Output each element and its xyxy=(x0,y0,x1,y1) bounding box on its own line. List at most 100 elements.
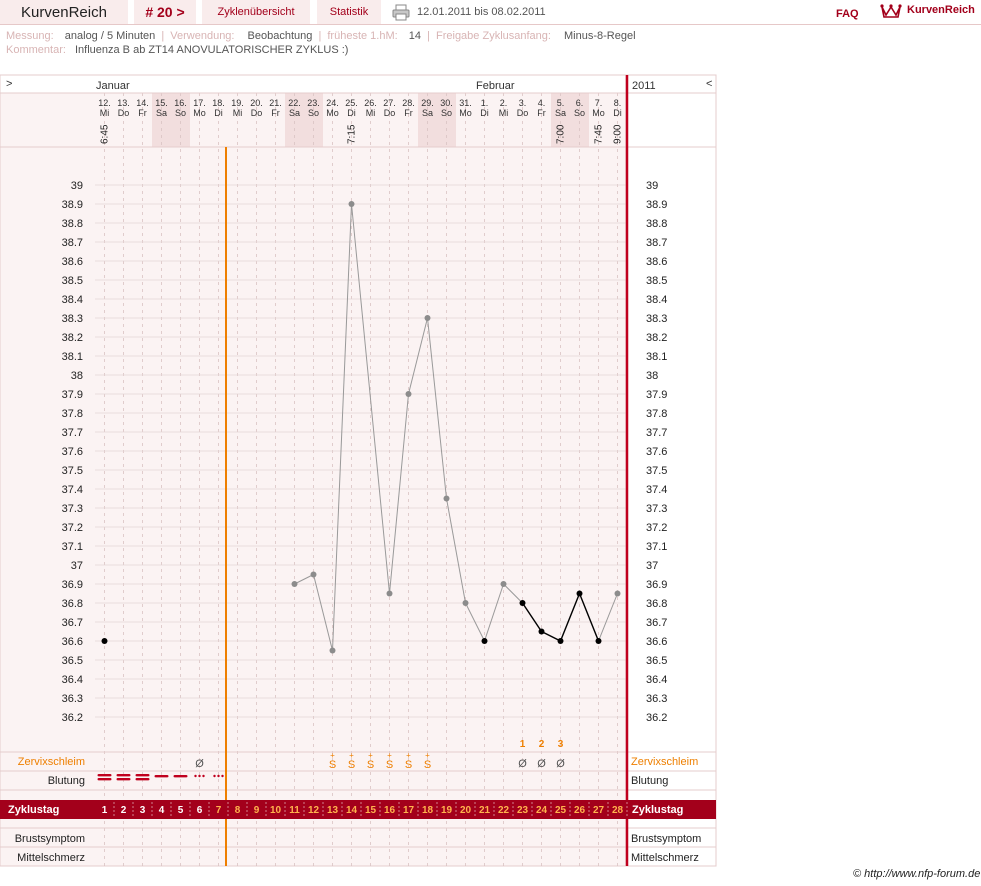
y-tick-label: 36.7 xyxy=(62,617,83,629)
nav-prev-arrow[interactable]: > xyxy=(6,78,12,90)
weekday-label: Fr xyxy=(404,108,413,118)
cycle-day-label: 6 xyxy=(197,805,203,816)
cycle-day-label: 25 xyxy=(555,805,567,816)
y-tick-label: 37.3 xyxy=(62,503,83,515)
right-panel xyxy=(625,74,717,867)
chart-panel xyxy=(0,74,717,867)
cycle-day-label: 11 xyxy=(289,805,300,816)
temp-point xyxy=(538,628,545,635)
cycle-day-label: 28 xyxy=(612,805,624,816)
weekday-label: Sa xyxy=(555,108,566,118)
row-label-mittel: Mittelschmerz xyxy=(17,852,85,864)
y-tick-label-right: 38.9 xyxy=(646,199,667,211)
weekday-label: Di xyxy=(480,108,489,118)
weekday-label: Sa xyxy=(422,108,433,118)
cervix-s-mark: S xyxy=(367,759,374,771)
y-tick-label-right: 38.7 xyxy=(646,237,667,249)
bleeding-heavy-mark xyxy=(97,778,112,781)
y-tick-label-right: 36.8 xyxy=(646,598,667,610)
weekday-label: Mo xyxy=(193,108,206,118)
weekday-label: Fr xyxy=(138,108,147,118)
bleeding-light-dot xyxy=(198,774,201,778)
cycle-day-label: 26 xyxy=(574,805,586,816)
copyright-credit: © http://www.nfp-forum.de xyxy=(853,868,981,880)
day-number-label: 26. xyxy=(364,98,377,108)
measure-time-label: 7:15 xyxy=(347,124,358,144)
temp-point xyxy=(557,638,564,644)
temp-point xyxy=(595,638,602,644)
cervix-s-mark: S xyxy=(424,759,431,771)
y-tick-label-right: 37.6 xyxy=(646,446,667,458)
cycle-day-label: 10 xyxy=(270,805,282,816)
day-number-label: 7. xyxy=(595,98,603,108)
y-tick-label-right: 38.5 xyxy=(646,275,667,287)
cycle-day-label: 1 xyxy=(102,805,108,816)
y-tick-label: 36.8 xyxy=(62,598,83,610)
cervix-dry-mark: Ø xyxy=(195,758,204,770)
bleeding-heavy-mark xyxy=(97,774,112,777)
y-tick-label-right: 37.3 xyxy=(646,503,667,515)
cycle-day-label: 19 xyxy=(441,805,453,816)
day-number-label: 1. xyxy=(481,98,489,108)
day-number-label: 30. xyxy=(440,98,453,108)
y-tick-label-right: 36.6 xyxy=(646,636,667,648)
y-tick-label: 36.6 xyxy=(62,636,83,648)
y-tick-label-right: 38 xyxy=(646,370,658,382)
day-number-label: 3. xyxy=(519,98,527,108)
day-number-label: 13. xyxy=(117,98,130,108)
measure-time-label: 7:00 xyxy=(556,124,567,144)
day-number-label: 12. xyxy=(98,98,111,108)
day-number-label: 4. xyxy=(538,98,546,108)
temp-point xyxy=(614,590,621,597)
cycle-day-label: 15 xyxy=(365,805,377,816)
day-number-label: 5. xyxy=(557,98,565,108)
y-tick-label-right: 36.9 xyxy=(646,579,667,591)
y-tick-label-right: 36.4 xyxy=(646,674,667,686)
y-tick-label: 37 xyxy=(71,560,83,572)
bleeding-heavy-mark xyxy=(116,778,131,781)
y-tick-label-right: 38.4 xyxy=(646,294,667,306)
temp-point xyxy=(576,590,583,597)
bleeding-medium-mark xyxy=(154,775,169,778)
day-number-label: 23. xyxy=(307,98,320,108)
weekday-label: Mi xyxy=(499,108,509,118)
row-label-zervix-right: Zervixschleim xyxy=(631,756,698,768)
day-number-label: 24. xyxy=(326,98,339,108)
measure-time-label: 7:45 xyxy=(594,124,605,144)
day-number-label: 22. xyxy=(288,98,301,108)
nav-next-arrow[interactable]: < xyxy=(706,78,712,90)
y-tick-label-right: 37.4 xyxy=(646,484,667,496)
cycle-day-label: 18 xyxy=(422,805,434,816)
weekday-label: So xyxy=(574,108,585,118)
day-number-label: 6. xyxy=(576,98,584,108)
y-tick-label: 36.9 xyxy=(62,579,83,591)
weekday-label: Mo xyxy=(326,108,339,118)
weekday-label: Do xyxy=(118,108,130,118)
cervix-s-mark: S xyxy=(405,759,412,771)
bleeding-light-dot xyxy=(194,774,197,778)
cycle-day-label: 4 xyxy=(159,805,165,816)
y-tick-label-right: 38.1 xyxy=(646,351,667,363)
cycle-day-label: 14 xyxy=(346,805,358,816)
y-tick-label: 37.5 xyxy=(62,465,83,477)
zyklustag-bar xyxy=(0,800,716,819)
cycle-day-label: 9 xyxy=(254,805,260,816)
y-tick-label-right: 36.2 xyxy=(646,712,667,724)
y-tick-label: 37.2 xyxy=(62,522,83,534)
day-number-label: 15. xyxy=(155,98,168,108)
weekday-label: Fr xyxy=(537,108,546,118)
cycle-day-label: 5 xyxy=(178,805,184,816)
temp-point xyxy=(291,581,298,587)
bleeding-heavy-mark xyxy=(116,774,131,777)
weekday-label: Di xyxy=(613,108,622,118)
day-number-label: 16. xyxy=(174,98,187,108)
day-number-label: 20. xyxy=(250,98,263,108)
cycle-day-label: 20 xyxy=(460,805,472,816)
temp-point xyxy=(481,638,488,644)
day-number-label: 2. xyxy=(500,98,508,108)
y-tick-label-right: 38.3 xyxy=(646,313,667,325)
row-label-blutung-right: Blutung xyxy=(631,775,668,787)
cervix-s-mark: S xyxy=(329,759,336,771)
cervix-dry-mark: Ø xyxy=(556,758,565,770)
row-label-blutung: Blutung xyxy=(48,775,85,787)
